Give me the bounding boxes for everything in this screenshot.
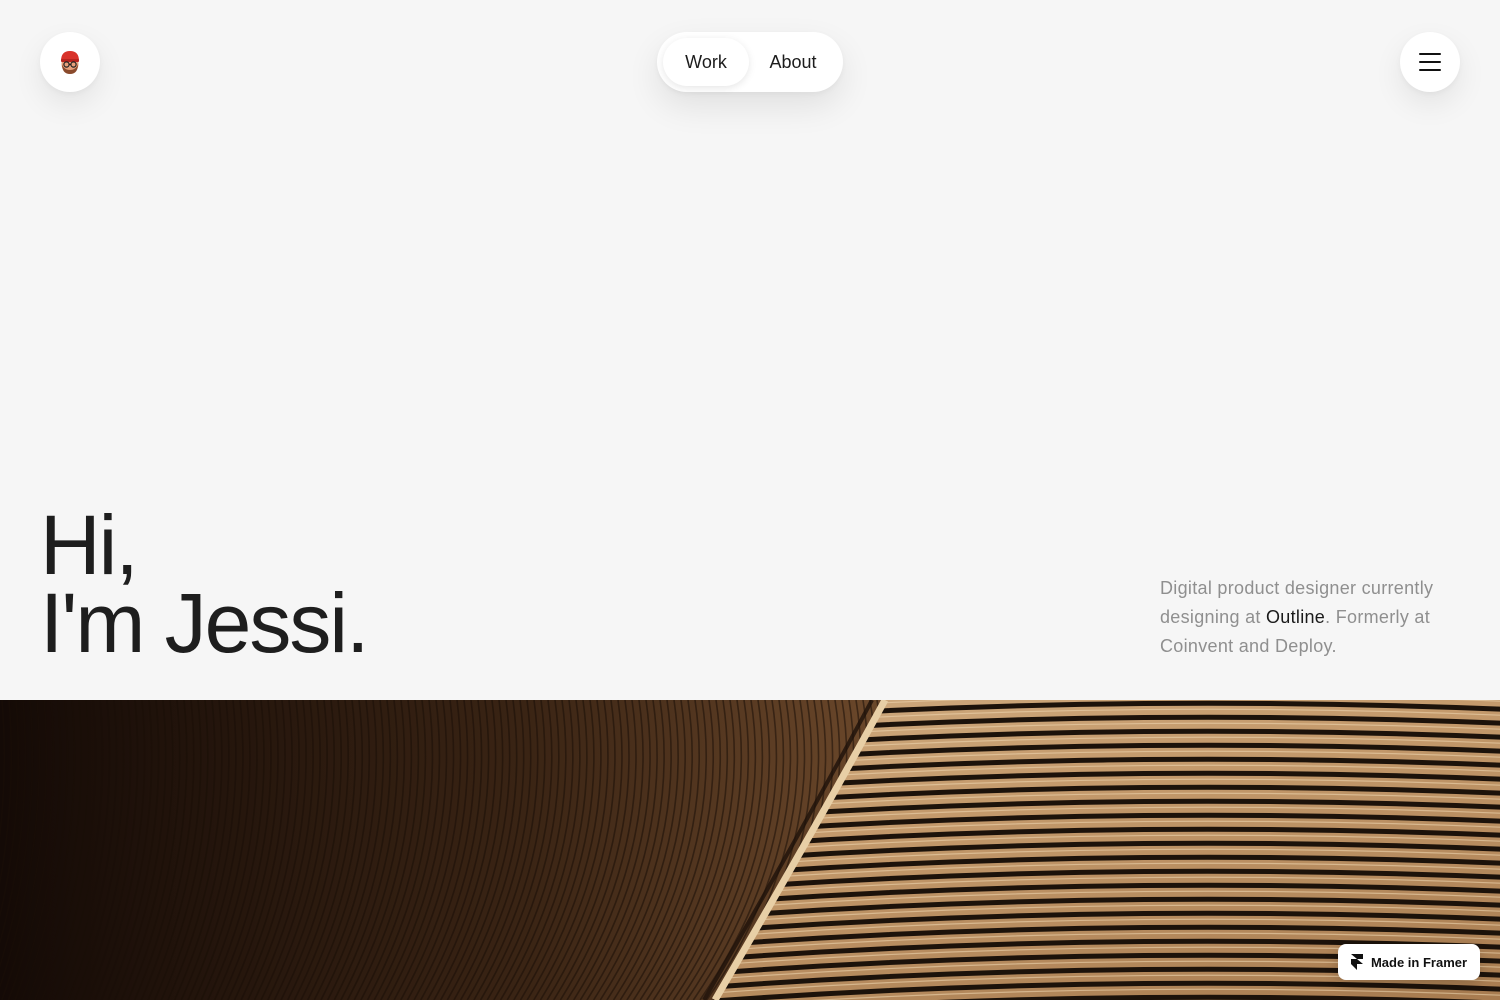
hero-heading-line2: I'm Jessi.	[40, 576, 369, 670]
hero-image	[0, 700, 1500, 1000]
badge-label: Made in Framer	[1370, 954, 1468, 970]
avatar-button[interactable]	[40, 32, 100, 92]
hero-bio: Digital product designer currently desig…	[1160, 574, 1470, 661]
main-nav: Work About	[657, 32, 843, 92]
page: Work About Hi, I'm Jessi. Digital produc…	[0, 0, 1500, 1000]
nav-item-work[interactable]: Work	[663, 38, 749, 86]
framer-logo-icon	[1350, 954, 1363, 970]
made-in-framer-badge[interactable]: Made in Framer	[1338, 944, 1480, 980]
outline-link[interactable]: Outline	[1266, 607, 1325, 627]
hamburger-menu-icon	[1419, 53, 1441, 71]
nav-item-about[interactable]: About	[749, 38, 837, 86]
memoji-avatar-icon	[61, 51, 79, 74]
menu-button[interactable]	[1400, 32, 1460, 92]
hero-heading: Hi, I'm Jessi.	[40, 498, 369, 670]
hero-heading-line1: Hi,	[40, 498, 139, 592]
architectural-wood-slats-image	[0, 700, 1500, 1000]
